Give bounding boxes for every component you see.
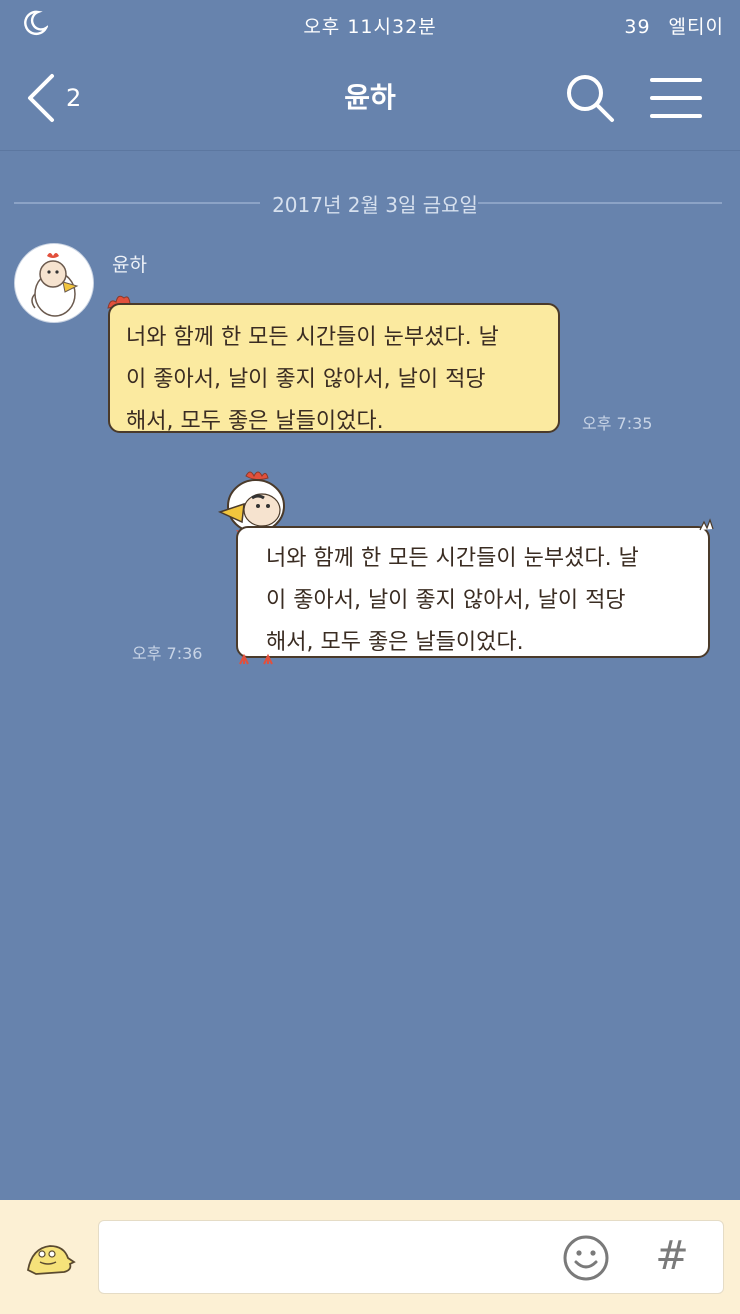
message-time: 오후 7:36 <box>132 644 203 663</box>
message-time: 오후 7:35 <box>582 414 653 433</box>
chicken-feet-icon <box>239 653 273 665</box>
message-line: 이 좋아서, 날이 좋지 않아서, 날이 적당 <box>266 588 626 613</box>
status-bar: 오후 11시32분 39 엘티이 <box>0 0 740 48</box>
divider-line-right <box>478 202 722 204</box>
message-line: 해서, 모두 좋은 날들이었다. <box>266 630 524 655</box>
smile-icon[interactable] <box>562 1234 610 1282</box>
emoticon-icon[interactable] <box>22 1232 78 1280</box>
message-line: 너와 함께 한 모든 시간들이 눈부셨다. 날 <box>126 325 499 350</box>
chat-title: 윤하 <box>344 81 396 114</box>
incoming-message-bubble[interactable]: 너와 함께 한 모든 시간들이 눈부셨다. 날 이 좋아서, 날이 좋지 않아서… <box>108 303 560 434</box>
hashtag-search-button[interactable]: # <box>650 1230 694 1282</box>
message-input[interactable] <box>98 1220 724 1294</box>
message-line: 이 좋아서, 날이 좋지 않아서, 날이 적당 <box>126 367 486 392</box>
sender-name: 윤하 <box>112 254 147 276</box>
input-bar: # <box>0 1200 740 1314</box>
search-icon[interactable] <box>562 70 616 124</box>
date-divider: 2017년 2월 3일 금요일 <box>14 186 722 217</box>
battery-level: 39 <box>624 16 651 38</box>
chat-header: 2 윤하 <box>0 48 740 151</box>
chicken-avatar-icon <box>31 253 79 317</box>
message-line: 해서, 모두 좋은 날들이었다. <box>126 409 384 434</box>
outgoing-message-bubble[interactable]: 너와 함께 한 모든 시간들이 눈부셨다. 날 이 좋아서, 날이 좋지 않아서… <box>236 526 710 658</box>
message-line: 너와 함께 한 모든 시간들이 눈부셨다. 날 <box>266 546 639 571</box>
feather-decoration-icon <box>699 518 714 531</box>
status-right: 39 엘티이 <box>606 12 724 39</box>
carrier-label: 엘티이 <box>668 16 724 38</box>
avatar[interactable] <box>14 243 94 323</box>
menu-icon[interactable] <box>648 76 704 120</box>
